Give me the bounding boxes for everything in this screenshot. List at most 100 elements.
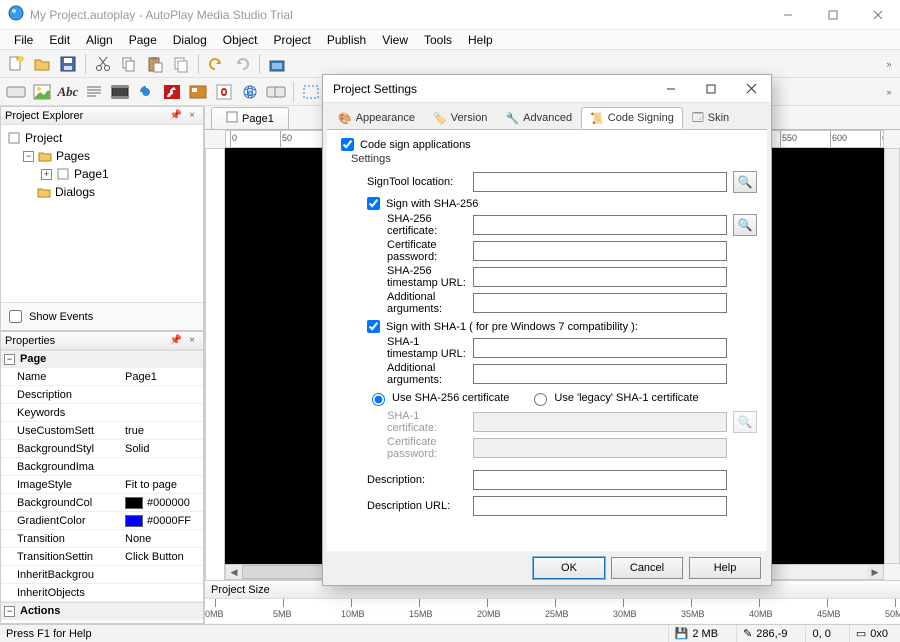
paragraph-object-icon[interactable] bbox=[82, 80, 106, 104]
browse-sha256-cert-button[interactable]: 🔍 bbox=[733, 214, 757, 236]
project-tree[interactable]: Project − Pages + Page1 Dialogs bbox=[1, 125, 203, 205]
sha1-checkbox[interactable] bbox=[367, 320, 380, 333]
properties-title: Properties bbox=[5, 335, 55, 347]
dialog-minimize-button[interactable] bbox=[651, 75, 691, 102]
status-sel: ▭0x0 bbox=[849, 625, 894, 642]
paste-icon[interactable] bbox=[143, 52, 167, 76]
tree-item[interactable]: Page1 bbox=[74, 165, 109, 183]
menu-publish[interactable]: Publish bbox=[319, 31, 374, 49]
toolbar-overflow-icon[interactable]: » bbox=[882, 59, 896, 69]
label-object-icon[interactable]: Abc bbox=[56, 80, 80, 104]
cut-icon[interactable] bbox=[91, 52, 115, 76]
ruler-vertical bbox=[205, 148, 225, 608]
folder-search-icon: 🔍 bbox=[738, 415, 753, 429]
tree-item[interactable]: Pages bbox=[56, 147, 90, 165]
dialog-close-button[interactable] bbox=[731, 75, 771, 102]
svg-text:e: e bbox=[248, 88, 253, 97]
menubar: File Edit Align Page Dialog Object Proje… bbox=[0, 30, 900, 50]
menu-dialog[interactable]: Dialog bbox=[165, 31, 215, 49]
publish-icon[interactable] bbox=[265, 52, 289, 76]
tree-item[interactable]: Project bbox=[25, 129, 62, 147]
expander-icon[interactable]: − bbox=[4, 606, 15, 617]
scroll-right-icon[interactable]: ▶ bbox=[867, 565, 883, 579]
sha1-password-input bbox=[473, 438, 727, 458]
expander-icon[interactable]: − bbox=[23, 151, 34, 162]
menu-file[interactable]: File bbox=[6, 31, 41, 49]
show-events-checkbox[interactable] bbox=[9, 310, 22, 323]
color-swatch[interactable] bbox=[125, 497, 143, 509]
panel-pin-icon[interactable]: 📌 bbox=[169, 109, 183, 123]
cancel-button[interactable]: Cancel bbox=[611, 557, 683, 579]
dialog-tabs: 🎨Appearance 🏷️Version 🔧Advanced 📜Code Si… bbox=[323, 103, 771, 129]
help-button[interactable]: Help bbox=[689, 557, 761, 579]
menu-view[interactable]: View bbox=[374, 31, 416, 49]
hotspot-object-icon[interactable] bbox=[299, 80, 323, 104]
video-object-icon[interactable] bbox=[108, 80, 132, 104]
quicktime-object-icon[interactable] bbox=[134, 80, 158, 104]
panel-pin-icon[interactable]: 📌 bbox=[169, 334, 183, 348]
new-icon[interactable] bbox=[4, 52, 28, 76]
menu-page[interactable]: Page bbox=[121, 31, 165, 49]
use-legacy-radio[interactable]: Use 'legacy' SHA-1 certificate bbox=[529, 390, 698, 406]
description-input[interactable] bbox=[473, 470, 727, 490]
properties-grid[interactable]: −Page NamePage1 Description Keywords Use… bbox=[1, 350, 203, 623]
button-object-icon[interactable] bbox=[4, 80, 28, 104]
properties-panel: Properties 📌 × −Page NamePage1 Descripti… bbox=[0, 331, 204, 624]
menu-edit[interactable]: Edit bbox=[41, 31, 78, 49]
signtool-input[interactable] bbox=[473, 172, 727, 192]
menu-tools[interactable]: Tools bbox=[416, 31, 460, 49]
redo-icon[interactable] bbox=[230, 52, 254, 76]
minimize-button[interactable] bbox=[765, 0, 810, 29]
menu-align[interactable]: Align bbox=[78, 31, 121, 49]
sha256-args-input[interactable] bbox=[473, 293, 727, 313]
menu-help[interactable]: Help bbox=[460, 31, 501, 49]
sha256-ts-input[interactable] bbox=[473, 267, 727, 287]
panel-close-icon[interactable]: × bbox=[185, 109, 199, 123]
pdf-object-icon[interactable] bbox=[212, 80, 236, 104]
tab-skin[interactable]: 🗔Skin bbox=[683, 107, 738, 129]
tree-item[interactable]: Dialogs bbox=[55, 183, 95, 201]
status-help: Press F1 for Help bbox=[6, 628, 92, 640]
wrench-icon: 🔧 bbox=[505, 112, 519, 125]
tab-version[interactable]: 🏷️Version bbox=[424, 107, 496, 129]
expander-icon[interactable]: − bbox=[4, 354, 15, 365]
ok-button[interactable]: OK bbox=[533, 557, 605, 579]
sha256-checkbox[interactable] bbox=[367, 197, 380, 210]
web-object-icon[interactable]: e bbox=[238, 80, 262, 104]
sha1-ts-input[interactable] bbox=[473, 338, 727, 358]
use-sha256-radio[interactable]: Use SHA-256 certificate bbox=[367, 390, 509, 406]
description-url-input[interactable] bbox=[473, 496, 727, 516]
codesign-checkbox[interactable] bbox=[341, 138, 354, 151]
titlebar: My Project.autoplay - AutoPlay Media Stu… bbox=[0, 0, 900, 30]
scroll-left-icon[interactable]: ◀ bbox=[226, 565, 242, 579]
tab-code-signing[interactable]: 📜Code Signing bbox=[581, 107, 683, 129]
tab-advanced[interactable]: 🔧Advanced bbox=[496, 107, 581, 129]
menu-project[interactable]: Project bbox=[265, 31, 318, 49]
page-icon bbox=[226, 111, 238, 126]
save-icon[interactable] bbox=[56, 52, 80, 76]
undo-icon[interactable] bbox=[204, 52, 228, 76]
tab-appearance[interactable]: 🎨Appearance bbox=[329, 107, 424, 129]
toolbar2-overflow-icon[interactable]: » bbox=[882, 87, 896, 97]
close-button[interactable] bbox=[855, 0, 900, 29]
panel-close-icon[interactable]: × bbox=[185, 334, 199, 348]
copy-icon[interactable] bbox=[117, 52, 141, 76]
scrollbar-vertical[interactable] bbox=[884, 148, 900, 564]
xbutton-object-icon[interactable] bbox=[264, 80, 288, 104]
folder-search-icon: 🔍 bbox=[738, 218, 753, 232]
cert-password-input[interactable] bbox=[473, 241, 727, 261]
color-swatch[interactable] bbox=[125, 515, 143, 527]
browse-signtool-button[interactable]: 🔍 bbox=[733, 171, 757, 193]
page-tab[interactable]: Page1 bbox=[211, 107, 289, 129]
flash-object-icon[interactable] bbox=[160, 80, 184, 104]
menu-object[interactable]: Object bbox=[215, 31, 266, 49]
open-icon[interactable] bbox=[30, 52, 54, 76]
duplicate-icon[interactable] bbox=[169, 52, 193, 76]
sha256-cert-input[interactable] bbox=[473, 215, 727, 235]
expander-icon[interactable]: + bbox=[41, 169, 52, 180]
dialog-maximize-button[interactable] bbox=[691, 75, 731, 102]
image-object-icon[interactable] bbox=[30, 80, 54, 104]
maximize-button[interactable] bbox=[810, 0, 855, 29]
sha1-args-input[interactable] bbox=[473, 364, 727, 384]
slideshow-object-icon[interactable] bbox=[186, 80, 210, 104]
